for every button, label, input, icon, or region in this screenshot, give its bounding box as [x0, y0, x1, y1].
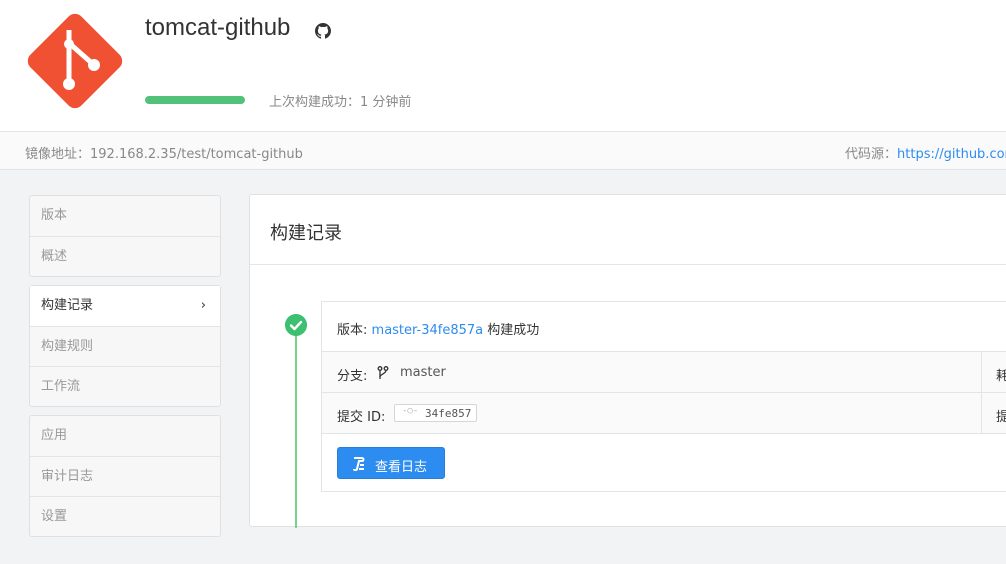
mirror-label: 镜像地址：	[25, 147, 91, 162]
last-build-status: 上次构建成功：1 分钟前	[269, 95, 412, 110]
commit-icon: -○-	[402, 406, 419, 416]
sidebar-item-label: 审计日志	[41, 469, 94, 484]
build-records-panel: 构建记录 版本: master-34fe857a 构建成功 分支: master…	[249, 194, 1006, 528]
sidebar-item-build-records[interactable]: 构建记录 ›	[30, 286, 220, 326]
version-label: 版本:	[337, 323, 368, 338]
build-status: 构建成功	[487, 323, 540, 338]
divider	[250, 264, 1006, 265]
divider	[981, 352, 982, 392]
view-log-button[interactable]: 查看日志	[337, 447, 445, 479]
branch-icon	[377, 366, 389, 379]
sidebar-item-settings[interactable]: 设置	[30, 496, 220, 536]
sidebar-group-1: 版本 概述	[29, 195, 221, 277]
github-icon[interactable]	[315, 23, 331, 39]
info-bar: 镜像地址：192.168.2.35/test/tomcat-github 代码源…	[0, 131, 1006, 170]
check-circle-icon	[285, 314, 307, 336]
branch-label: 分支:	[337, 369, 368, 384]
commit-id-badge[interactable]: -○- 34fe857	[394, 404, 477, 422]
commit-label: 提交 ID:	[337, 410, 386, 425]
build-progress-bar	[145, 96, 245, 104]
chevron-right-icon: ›	[200, 298, 206, 313]
sidebar-item-build-rules[interactable]: 构建规则	[30, 326, 220, 366]
source-link[interactable]: https://github.com/	[897, 147, 1006, 162]
sidebar-item-label: 设置	[41, 509, 68, 524]
build-summary: 版本: master-34fe857a 构建成功	[337, 319, 539, 338]
build-record-card: 版本: master-34fe857a 构建成功 分支: master 耗 提交…	[321, 301, 1006, 492]
sidebar-item-apps[interactable]: 应用	[30, 416, 220, 456]
sidebar-item-audit-log[interactable]: 审计日志	[30, 456, 220, 496]
commit-row: 提交 ID: -○- 34fe857 提	[322, 393, 1006, 434]
view-log-label: 查看日志	[375, 460, 428, 475]
divider	[981, 393, 982, 433]
sidebar-item-label: 构建记录	[41, 298, 94, 313]
version-link[interactable]: master-34fe857a	[372, 323, 484, 338]
sidebar-item-workflow[interactable]: 工作流	[30, 366, 220, 406]
timeline-line	[295, 335, 297, 528]
mirror-address: 镜像地址：192.168.2.35/test/tomcat-github	[25, 143, 303, 162]
sidebar-item-label: 版本	[41, 208, 68, 223]
sidebar-item-label: 工作流	[41, 379, 81, 394]
build-card-header: 版本: master-34fe857a 构建成功	[322, 302, 1006, 352]
log-icon	[353, 457, 365, 471]
sidebar-item-label: 应用	[41, 428, 68, 443]
repo-title: tomcat-github	[145, 14, 291, 41]
mirror-value: 192.168.2.35/test/tomcat-github	[90, 147, 303, 162]
sidebar-item-label: 构建规则	[41, 339, 94, 354]
code-source: 代码源：https://github.com/	[845, 143, 1006, 162]
project-header: tomcat-github 上次构建成功：1 分钟前	[0, 0, 1006, 131]
committer-label: 提	[996, 410, 1006, 425]
panel-title: 构建记录	[270, 223, 342, 244]
sidebar-item-version[interactable]: 版本	[30, 196, 220, 236]
sidebar-group-3: 应用 审计日志 设置	[29, 415, 221, 537]
sidebar-item-overview[interactable]: 概述	[30, 236, 220, 276]
git-logo-icon	[27, 13, 123, 109]
source-label: 代码源：	[845, 147, 898, 162]
sidebar-group-2: 构建记录 › 构建规则 工作流	[29, 285, 221, 407]
commit-hash: 34fe857	[425, 407, 472, 420]
branch-name: master	[400, 365, 446, 380]
branch-row: 分支: master 耗	[322, 352, 1006, 393]
sidebar-item-label: 概述	[41, 249, 68, 264]
duration-label: 耗	[996, 369, 1006, 384]
